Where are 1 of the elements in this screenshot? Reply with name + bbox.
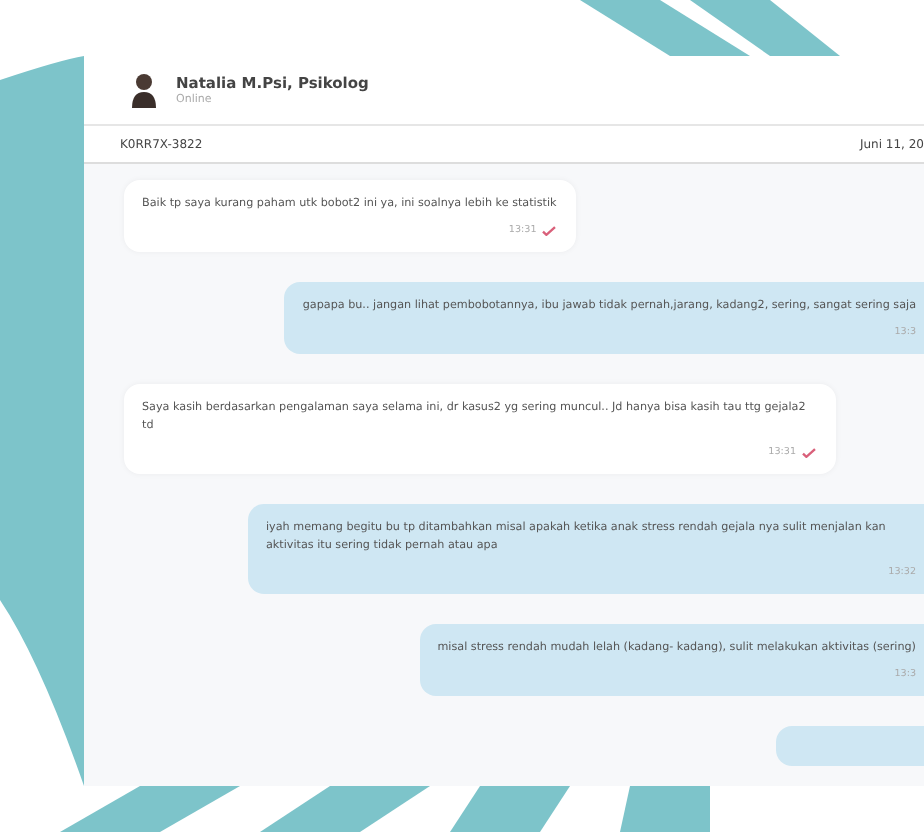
avatar-icon (128, 72, 160, 108)
